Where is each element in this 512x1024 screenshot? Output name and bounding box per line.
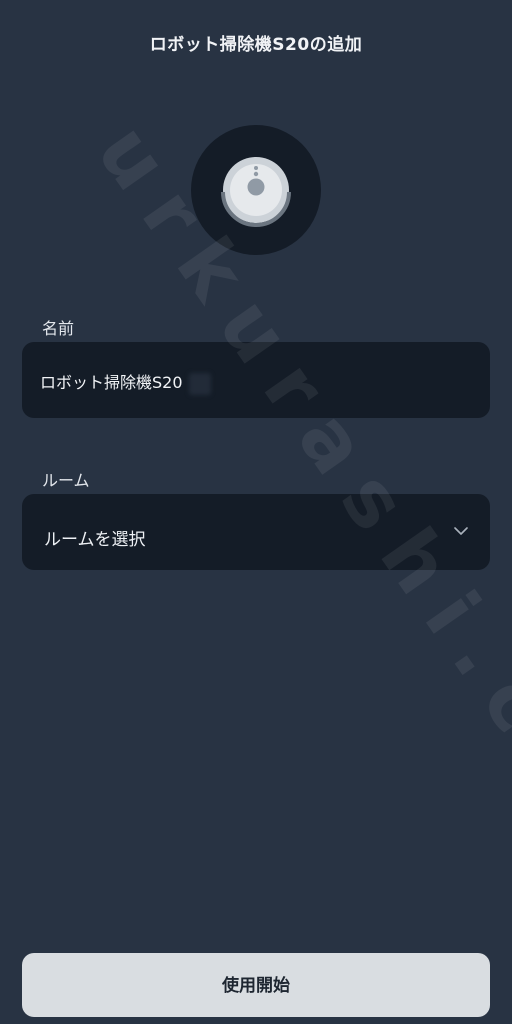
room-select-placeholder: ルームを選択 <box>44 530 146 550</box>
name-field-label: 名前 <box>42 319 75 338</box>
name-input[interactable]: ロボット掃除機S20 <box>22 342 490 418</box>
device-image <box>191 125 321 255</box>
page-title: ロボット掃除機S20の追加 <box>149 35 363 55</box>
robot-vacuum-icon <box>221 157 291 227</box>
room-field-label: ルーム <box>42 471 90 490</box>
start-using-button[interactable]: 使用開始 <box>22 953 490 1017</box>
redacted-text <box>188 372 211 395</box>
room-select[interactable]: ルームを選択 <box>22 494 490 570</box>
chevron-down-icon <box>454 527 468 535</box>
name-input-value: ロボット掃除機S20 <box>40 369 211 395</box>
